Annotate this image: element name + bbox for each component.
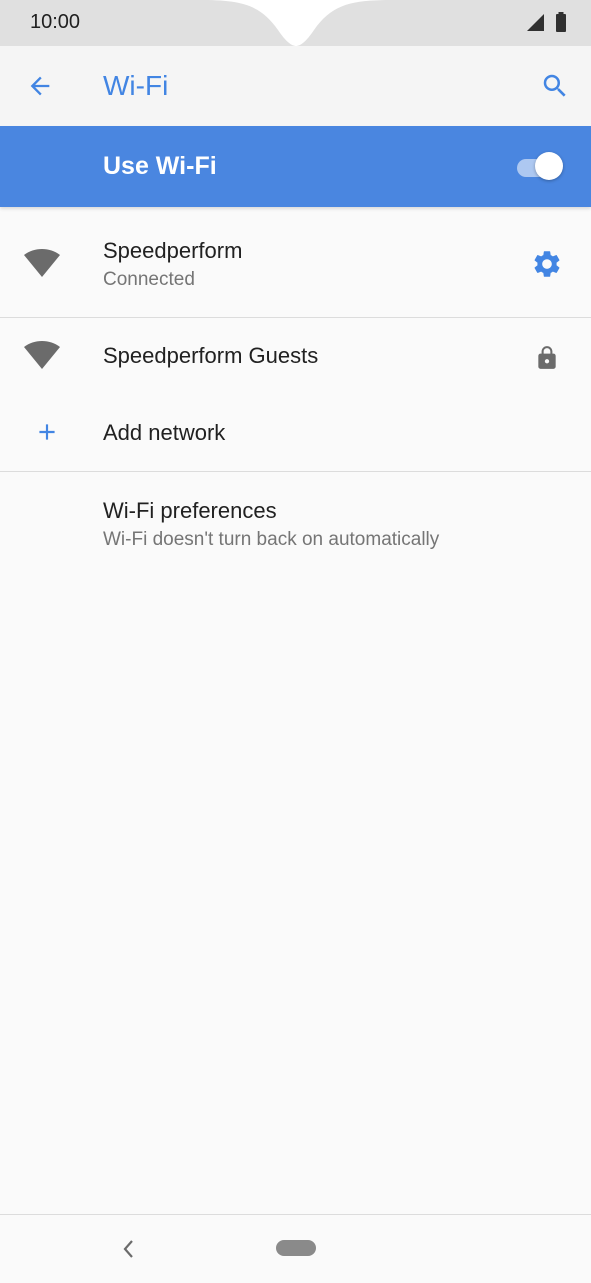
- wifi-signal-icon: [22, 248, 62, 280]
- wifi-preferences-item[interactable]: Wi-Fi preferences Wi-Fi doesn't turn bac…: [0, 472, 591, 572]
- status-bar: 10:00: [0, 0, 591, 46]
- network-item[interactable]: Speedperform Guests: [0, 318, 591, 396]
- wifi-signal-icon: [22, 340, 62, 372]
- status-time: 10:00: [30, 11, 81, 33]
- arrow-back-icon: [30, 76, 50, 96]
- use-wifi-label: Use Wi-Fi: [103, 152, 217, 180]
- network-name: Speedperform: [103, 238, 243, 263]
- display-notch: [200, 0, 392, 46]
- home-pill-button[interactable]: [276, 1240, 316, 1256]
- lock-icon: [531, 342, 563, 374]
- network-name: Speedperform Guests: [103, 343, 319, 368]
- use-wifi-switch-bar[interactable]: Use Wi-Fi: [0, 126, 591, 207]
- chevron-left-icon: [123, 1240, 133, 1258]
- wifi-preferences-summary: Wi-Fi doesn't turn back on automatically: [103, 529, 440, 550]
- network-status: Connected: [103, 269, 195, 290]
- gear-icon: [534, 251, 560, 277]
- navigation-bar: [0, 1214, 591, 1283]
- search-icon: [543, 74, 566, 97]
- cell-signal-icon: [527, 14, 544, 31]
- search-button[interactable]: [537, 68, 573, 104]
- use-wifi-toggle[interactable]: [517, 152, 563, 180]
- wifi-preferences-title: Wi-Fi preferences: [103, 498, 277, 523]
- plus-icon: [22, 416, 72, 448]
- battery-icon: [556, 12, 566, 32]
- app-bar: Wi-Fi: [0, 46, 591, 126]
- network-settings-button[interactable]: [531, 248, 563, 280]
- add-network-button[interactable]: Add network: [0, 396, 591, 470]
- page-title: Wi-Fi: [103, 70, 169, 101]
- nav-back-button[interactable]: [116, 1235, 140, 1263]
- back-button[interactable]: [22, 68, 58, 104]
- add-network-label: Add network: [103, 420, 226, 445]
- toggle-thumb: [535, 152, 563, 180]
- network-item-connected[interactable]: Speedperform Connected: [0, 210, 591, 316]
